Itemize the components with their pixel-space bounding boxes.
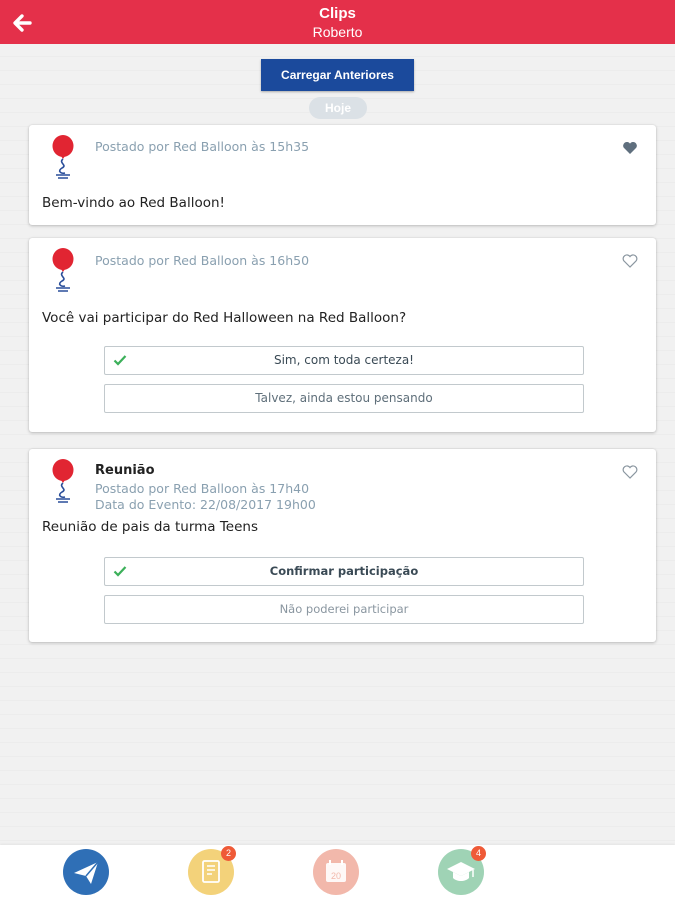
app-header: Clips Roberto [0,0,675,44]
option-label: Confirmar participação [269,564,419,578]
check-icon [113,566,127,577]
send-icon [74,861,99,884]
nav-calendar[interactable]: 20 [313,849,359,895]
option-label: Não poderei participar [279,602,409,616]
nav-classes[interactable]: 4 [438,846,486,895]
post-message: Reunião de pais da turma Teens [42,519,259,535]
nav-notebook[interactable]: 2 [188,846,236,895]
bottom-nav: 2 20 4 [0,845,675,900]
check-icon [113,355,127,366]
calendar-day: 20 [331,871,341,881]
heart-outline-icon[interactable] [622,465,638,479]
poll-card: Postado por Red Balloon às 16h50 Você va… [29,238,656,432]
classes-badge: 4 [471,846,486,861]
heart-outline-icon[interactable] [622,254,638,268]
decline-attendance-button[interactable]: Não poderei participar [104,595,584,624]
post-meta: Postado por Red Balloon às 16h50 [95,253,310,268]
nav-send[interactable] [63,849,109,895]
calendar-icon: 20 [326,860,346,882]
balloon-avatar-icon [52,459,74,503]
poll-option-maybe[interactable]: Talvez, ainda estou pensando [104,384,584,413]
post-message: Bem-vindo ao Red Balloon! [42,195,225,211]
poll-option-label: Talvez, ainda estou pensando [255,391,433,405]
post-card: Postado por Red Balloon às 15h35 Bem-vin… [29,125,656,225]
balloon-avatar-icon [52,248,74,292]
event-card: Reunião Postado por Red Balloon às 17h40… [29,449,656,642]
poll-option-yes[interactable]: Sim, com toda certeza! [104,346,584,375]
event-date: Data do Evento: 22/08/2017 19h00 [95,497,316,512]
heart-filled-icon[interactable] [622,141,638,155]
post-message: Você vai participar do Red Halloween na … [42,310,407,326]
post-meta: Postado por Red Balloon às 17h40 [95,481,310,496]
page-subtitle: Roberto [312,24,363,40]
event-title: Reunião [95,463,155,478]
balloon-avatar-icon [52,135,74,179]
notebook-badge: 2 [221,846,236,861]
load-previous-button[interactable]: Carregar Anteriores [261,59,414,91]
poll-option-label: Sim, com toda certeza! [273,353,414,367]
page-title: Clips [319,5,356,22]
confirm-attendance-button[interactable]: Confirmar participação [104,557,584,586]
post-meta: Postado por Red Balloon às 15h35 [95,139,310,154]
day-separator: Hoje [309,97,367,119]
